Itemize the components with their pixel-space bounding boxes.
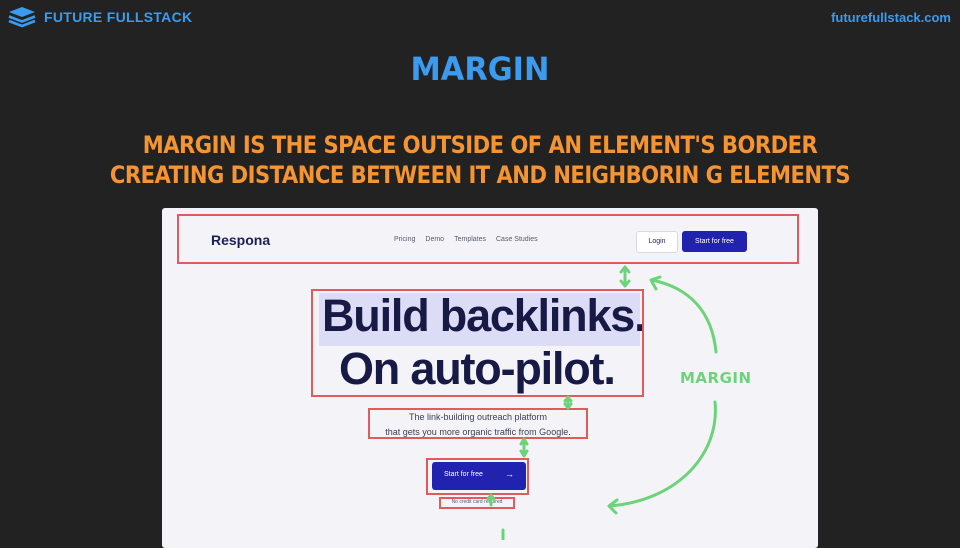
start-free-cta-button[interactable]: Start for free →: [432, 462, 526, 490]
tagline-line-2: that gets you more organic traffic from …: [385, 427, 571, 437]
start-free-nav-button[interactable]: Start for free: [682, 231, 747, 252]
no-credit-card-note: No credit card required: [451, 499, 503, 505]
arrow-right-icon: →: [505, 469, 514, 479]
hero-highlight-box: [311, 289, 644, 397]
nav-links: Pricing Demo Templates Case Studies: [394, 236, 538, 243]
slide-subtitle: MARGIN IS THE SPACE OUTSIDE OF AN ELEMEN…: [30, 130, 930, 190]
subtitle-line-1: MARGIN IS THE SPACE OUTSIDE OF AN ELEMEN…: [142, 131, 818, 159]
brand-name: FUTURE FULLSTACK: [44, 9, 193, 25]
nav-link-case-studies[interactable]: Case Studies: [496, 236, 538, 243]
cta-label: Start for free: [444, 471, 483, 478]
brand: FUTURE FULLSTACK: [8, 6, 192, 28]
tagline: The link-building outreach platform that…: [368, 410, 588, 440]
nav-link-templates[interactable]: Templates: [454, 236, 486, 243]
subtitle-line-2: CREATING DISTANCE BETWEEN IT AND NEIGHBO…: [109, 161, 851, 189]
login-button[interactable]: Login: [636, 231, 678, 253]
nav-link-pricing[interactable]: Pricing: [394, 236, 415, 243]
slide-title: MARGIN: [410, 50, 550, 88]
site-url[interactable]: futurefullstack.com: [831, 10, 951, 25]
nav-link-demo[interactable]: Demo: [425, 236, 444, 243]
margin-annotation: MARGIN: [680, 369, 752, 387]
layers-stack-icon: [8, 7, 36, 28]
tagline-line-1: The link-building outreach platform: [408, 412, 548, 422]
respona-logo[interactable]: Respona: [211, 232, 270, 248]
